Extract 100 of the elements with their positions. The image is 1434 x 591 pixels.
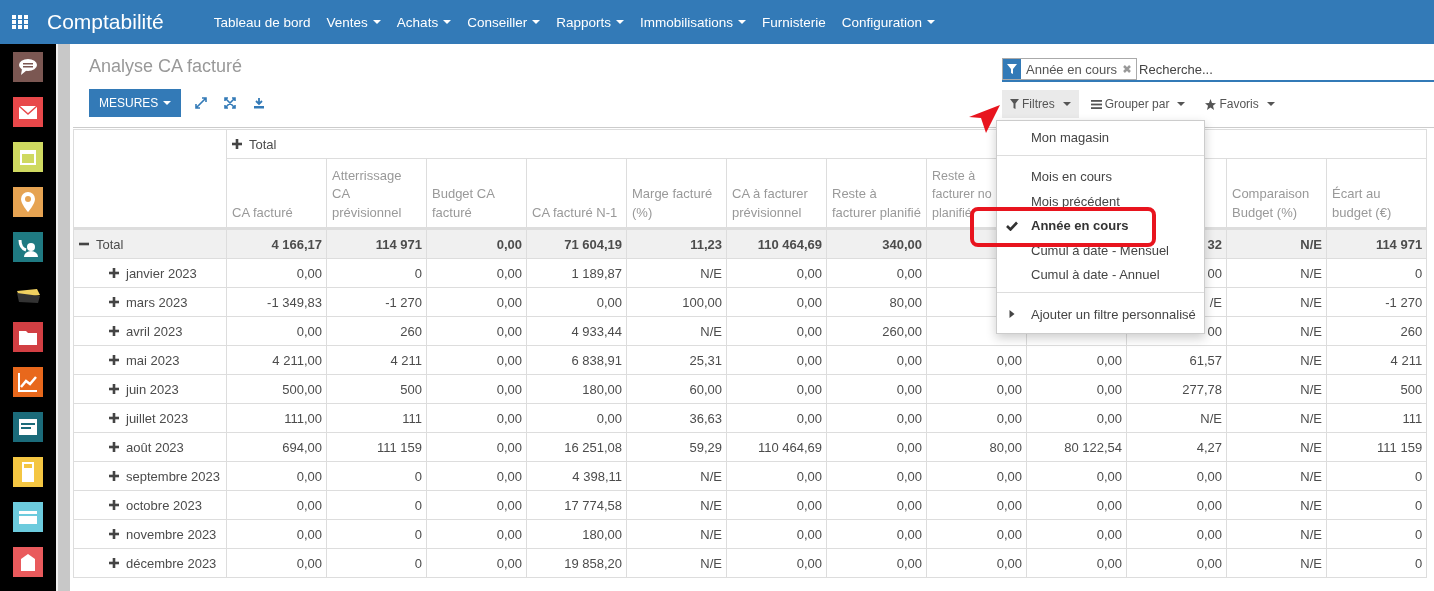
nav-menu-item[interactable]: Immobilisations (639, 14, 733, 30)
table-cell: 0,00 (796, 323, 822, 339)
folder-icon[interactable] (13, 322, 43, 352)
expand-icon[interactable] (109, 558, 119, 568)
table-cell: 0,00 (1096, 555, 1122, 571)
table-cell: 0,00 (896, 439, 922, 455)
nav-menu-item[interactable]: Furnisterie (762, 14, 826, 30)
table-cell: 0,00 (796, 294, 822, 310)
filter-menu-item[interactable]: Mon magasin (1031, 129, 1110, 145)
table-cell: 0,00 (896, 352, 922, 368)
expand-icon[interactable] (109, 471, 119, 481)
table-cell: 0,00 (796, 526, 822, 542)
table-cell: 4 933,44 (571, 323, 622, 339)
chat-bubble-icon[interactable] (13, 52, 43, 82)
table-cell: 110 464,69 (757, 236, 822, 252)
table-cell: N/E (700, 526, 722, 542)
download-icon[interactable] (253, 97, 266, 109)
table-cell: 0 (1414, 497, 1423, 513)
table-cell: 0,00 (1196, 526, 1222, 542)
filter-menu-item[interactable]: Mois en cours (1031, 169, 1112, 185)
table-cell: 260 (400, 323, 422, 339)
scrollbar[interactable] (56, 44, 70, 591)
nav-menu-item[interactable]: Ventes (326, 14, 368, 30)
table-cell: 0 (1414, 526, 1423, 542)
table-cell: 16 251,08 (564, 439, 622, 455)
table-cell: 59,29 (689, 439, 722, 455)
nav-menu-item[interactable]: Conseiller (467, 14, 528, 30)
table-cell: 11,23 (690, 236, 722, 252)
search-option-button[interactable]: Favoris (1197, 90, 1283, 118)
table-cell: N/E (1300, 410, 1322, 426)
table-cell: N/E (1300, 294, 1322, 310)
table-cell: N/E (700, 323, 722, 339)
row-header[interactable]: juin 2023 (126, 381, 179, 397)
filter-facet[interactable]: Année en cours (1002, 58, 1138, 80)
table-cell: 0,00 (596, 294, 622, 310)
table-cell: N/E (700, 265, 722, 281)
column-group-header[interactable]: Total (249, 136, 277, 152)
table-cell: N/E (700, 555, 722, 571)
table-cell: 0,00 (996, 410, 1022, 426)
table-cell: 0,00 (896, 410, 922, 426)
caret-icon[interactable] (615, 20, 624, 24)
table-cell: 0,00 (896, 526, 922, 542)
expand-icon[interactable] (109, 413, 119, 423)
measures-button[interactable]: MESURES (89, 89, 182, 117)
fullscreen-icon[interactable] (224, 97, 237, 109)
row-header[interactable]: mai 2023 (126, 352, 180, 368)
phone-contact-icon[interactable] (13, 232, 43, 262)
caret-icon[interactable] (738, 20, 746, 24)
envelope-icon[interactable] (13, 97, 43, 127)
table-cell: 0,00 (496, 497, 522, 513)
table-cell: N/E (1300, 526, 1322, 542)
table-cell: 0,00 (896, 468, 922, 484)
caret-icon[interactable] (372, 20, 381, 24)
building-icon[interactable] (13, 547, 43, 577)
table-cell: 0,00 (296, 497, 322, 513)
expand-icon[interactable] (109, 529, 119, 539)
window-icon[interactable] (13, 412, 43, 442)
expand-icon[interactable] (109, 355, 119, 365)
table-cell: 6 838,91 (571, 352, 622, 368)
caret-icon[interactable] (532, 20, 541, 24)
table-cell: 111 159 (376, 439, 422, 455)
row-header[interactable]: Total (96, 236, 124, 252)
expand-icon[interactable] (109, 500, 119, 510)
expand-icon[interactable] (109, 268, 119, 278)
table-cell: N/E (1300, 439, 1322, 455)
line-chart-icon[interactable] (13, 367, 43, 397)
table-cell: 0,00 (996, 526, 1022, 542)
nav-menu-item[interactable]: Configuration (841, 14, 923, 30)
expand-icon[interactable] (109, 384, 119, 394)
filter-menu-item[interactable]: Cumul à date - Annuel (1031, 267, 1160, 283)
table-cell: 00 (1207, 265, 1222, 281)
apps-grid-icon[interactable] (12, 15, 28, 29)
caret-icon[interactable] (443, 20, 452, 24)
nav-menu-item[interactable]: Tableau de bord (213, 14, 311, 30)
table-cell: N/E (1300, 381, 1322, 397)
filter-menu-item[interactable]: Ajouter un filtre personnalisé (1031, 306, 1196, 322)
table-cell: 4,27 (1196, 439, 1222, 455)
annotation-arrow (967, 104, 1001, 134)
table-cell: 0,00 (496, 265, 522, 281)
search-option-button[interactable]: Grouper par (1082, 90, 1194, 118)
expand-icon[interactable] (109, 442, 119, 452)
search-option-button[interactable]: Filtres (1002, 90, 1079, 118)
table-cell: 4 211 (390, 352, 422, 368)
expand-icon[interactable] (109, 326, 119, 336)
caret-icon[interactable] (927, 20, 936, 24)
table-cell: 0,00 (1096, 468, 1122, 484)
row-header[interactable]: avril 2023 (126, 323, 183, 339)
expand-icon[interactable] (109, 297, 119, 307)
filter-menu-item[interactable]: Mois précédent (1031, 193, 1120, 209)
table-cell: 0,00 (496, 294, 522, 310)
nav-menu-item[interactable]: Achats (396, 14, 439, 30)
filter-menu-item[interactable]: Année en cours (1031, 218, 1129, 234)
remove-icon[interactable] (1122, 64, 1133, 74)
table-cell: 80,00 (889, 294, 922, 310)
table-cell: 0,00 (1096, 381, 1122, 397)
table-cell: /E (1209, 294, 1222, 310)
expand-icon[interactable] (195, 97, 208, 109)
table-cell: 0 (414, 526, 422, 542)
expand-icon[interactable] (232, 139, 242, 149)
nav-menu-item[interactable]: Rapports (556, 14, 611, 30)
